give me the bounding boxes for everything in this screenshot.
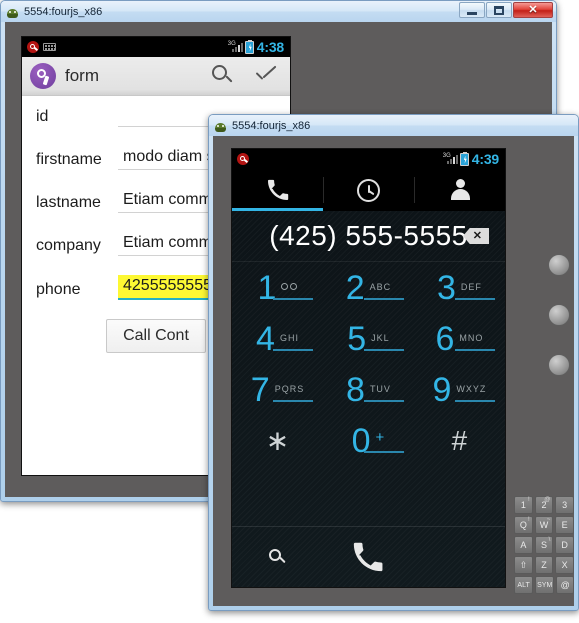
emu-key[interactable]: E [555,516,575,534]
window-title-text: 5554:fourjs_x86 [24,5,103,18]
emu-key[interactable]: A [514,536,533,554]
field-label: company [36,237,101,254]
dialer-app: (425) 555-5555 ✕ 1 2 ABC 3 DEF 4 GHI 5 J… [232,169,505,587]
key-1[interactable]: 1 [232,262,323,313]
emu-key[interactable]: ! Q [514,516,533,534]
status-clock: 4:39 [471,151,499,167]
emulator-skin: ! 1 @2 3 ! Q ~ W E A \ S D ⇧ Z X ALT SYM… [213,136,575,606]
emu-key-alt[interactable]: ALT [514,576,534,594]
tab-dialer[interactable] [232,169,323,211]
dialer-emulator-window[interactable]: 5554:fourjs_x86 ! 1 @2 3 ! Q ~ W E A \ S… [208,114,579,611]
tab-contacts[interactable] [414,169,505,211]
minimize-button[interactable] [459,2,485,18]
hw-button-1[interactable] [548,254,570,276]
window-controls[interactable]: ✕ [458,2,553,18]
emulator-body: ! 1 @2 3 ! Q ~ W E A \ S D ⇧ Z X ALT SYM… [213,136,575,606]
signal-3g-icon: 3G [228,41,243,53]
emulator-keyboard[interactable]: ! 1 @2 3 ! Q ~ W E A \ S D ⇧ Z X ALT SYM… [514,496,575,596]
status-bar: 3G 4:39 [232,149,505,169]
emu-key[interactable]: Z [534,556,554,574]
dialpad-area: (425) 555-5555 ✕ 1 2 ABC 3 DEF 4 GHI 5 J… [232,211,505,587]
checkmark-icon[interactable] [254,65,278,87]
emu-key-shift[interactable]: ⇧ [514,556,533,574]
call-contact-button[interactable]: Call Cont [106,319,206,353]
dialed-number[interactable]: (425) 555-5555 [269,220,467,252]
window-title-text: 5554:fourjs_x86 [232,119,311,132]
emulator-hardware-buttons[interactable] [548,254,570,376]
key-9[interactable]: 9 WXYZ [414,364,505,415]
key-hash[interactable]: # [414,415,505,466]
key-4[interactable]: 4 GHI [232,313,323,364]
tab-recents[interactable] [323,169,414,211]
key-8[interactable]: 8 TUV [323,364,414,415]
close-button[interactable]: ✕ [513,2,553,18]
emu-key[interactable]: ! 1 [514,496,533,514]
app-notification-icon [237,153,249,165]
dialer-tabs [232,169,505,211]
emu-key[interactable]: \ S [534,536,554,554]
key-2[interactable]: 2 ABC [323,262,414,313]
phone-icon [266,178,290,202]
app-logo-icon [30,63,56,89]
page-title: form [65,66,99,85]
emu-key[interactable]: @2 [534,496,554,514]
emu-key-sym[interactable]: SYM [535,576,555,594]
app-notification-icon [27,41,39,53]
emu-key[interactable]: 3 [555,496,575,514]
status-bar: 3G 4:38 [22,37,290,57]
call-icon [351,540,385,574]
dialer-search-button[interactable] [232,548,323,566]
action-bar: form [22,57,290,96]
hw-button-2[interactable] [548,304,570,326]
keyboard-row: ALT SYM @ [514,576,574,594]
dialer-footer [232,526,505,587]
android-icon [214,119,227,132]
battery-icon [244,39,254,54]
maximize-button[interactable] [486,2,512,18]
hw-button-3[interactable] [548,354,570,376]
clock-icon [357,178,380,202]
status-clock: 4:38 [256,39,284,55]
emu-key[interactable]: X [555,556,575,574]
field-label: lastname [36,194,101,211]
emu-key[interactable]: ~ W [534,516,554,534]
key-6[interactable]: 6 MNO [414,313,505,364]
keyboard-row: ! Q ~ W E [514,516,575,534]
key-3[interactable]: 3 DEF [414,262,505,313]
field-label: id [36,108,49,125]
emu-key[interactable]: @ [556,576,574,594]
window-titlebar[interactable]: 5554:fourjs_x86 ✕ [1,1,556,22]
key-0[interactable]: 0 + [323,415,414,466]
person-icon [448,179,472,201]
field-label: phone [36,281,81,298]
keyboard-icon [43,43,56,51]
key-7[interactable]: 7 PQRS [232,364,323,415]
field-label: firstname [36,151,102,168]
keypad: 1 2 ABC 3 DEF 4 GHI 5 JKL 6 MNO 7 PQRS 8… [232,262,505,466]
number-display-bar[interactable]: (425) 555-5555 ✕ [232,211,505,262]
keyboard-row: ⇧ Z X [514,556,575,574]
android-screen-dialer[interactable]: 3G 4:39 (425) 555-5555 ✕ 1 2 ABC 3 DEF 4… [231,148,506,588]
search-icon [268,548,286,566]
key-star[interactable]: ∗ [232,415,323,466]
key-5[interactable]: 5 JKL [323,313,414,364]
keyboard-row: A \ S D [514,536,575,554]
keyboard-row: ! 1 @2 3 [514,496,575,514]
battery-icon [459,151,469,166]
dialer-call-button[interactable] [323,540,414,574]
window-titlebar[interactable]: 5554:fourjs_x86 [209,115,578,136]
search-icon[interactable] [212,65,234,87]
voicemail-icon [281,283,298,290]
emu-key[interactable]: D [555,536,575,554]
android-icon [6,5,19,18]
signal-3g-icon: 3G [443,153,458,165]
